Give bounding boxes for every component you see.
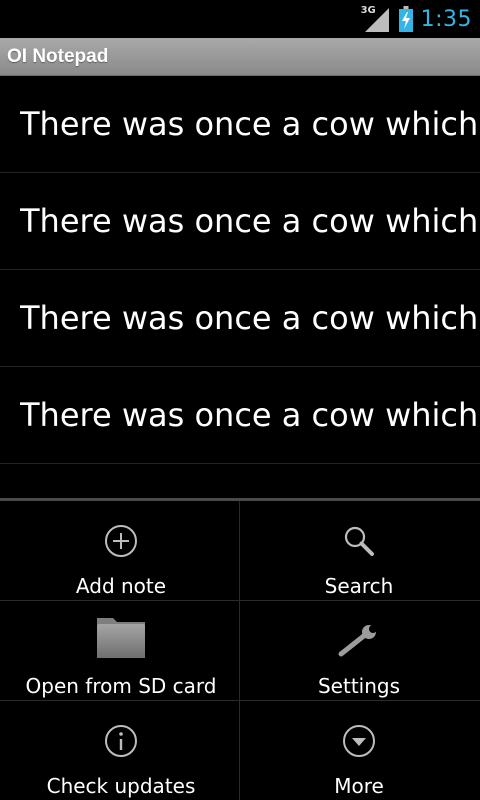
title-bar: OI Notepad xyxy=(0,38,480,76)
info-icon xyxy=(98,718,144,764)
app-title: OI Notepad xyxy=(7,46,109,67)
open-sd-card-menu-item[interactable]: Open from SD card xyxy=(2,601,240,700)
settings-label: Settings xyxy=(317,674,401,698)
options-menu: Add note Search Open from SD card Settin… xyxy=(0,498,480,800)
add-note-label: Add note xyxy=(75,574,167,598)
note-item[interactable]: There was once a cow which xyxy=(0,76,480,173)
more-menu-item[interactable]: More xyxy=(240,701,478,800)
note-title: There was once a cow which xyxy=(20,202,479,240)
chevron-down-circle-icon xyxy=(336,718,382,764)
note-title: There was once a cow which xyxy=(20,299,479,337)
note-item[interactable]: There was once a cow which xyxy=(0,270,480,367)
add-note-menu-item[interactable]: Add note xyxy=(2,501,240,600)
note-list[interactable]: There was once a cow which There was onc… xyxy=(0,76,480,500)
search-label: Search xyxy=(324,574,394,598)
wrench-icon xyxy=(336,618,382,664)
clock: 1:35 xyxy=(420,6,472,32)
note-title: There was once a cow which xyxy=(20,105,479,143)
check-updates-label: Check updates xyxy=(46,774,196,798)
status-bar: 3G 1:35 xyxy=(0,0,480,38)
add-circle-icon xyxy=(98,518,144,564)
battery-charging-icon xyxy=(398,6,413,32)
status-icons: 3G 1:35 xyxy=(361,0,472,38)
open-sd-card-label: Open from SD card xyxy=(25,674,217,698)
note-item[interactable]: There was once a cow which xyxy=(0,367,480,464)
more-label: More xyxy=(334,774,384,798)
note-title: There was once a cow which xyxy=(20,396,479,434)
options-menu-grid: Add note Search Open from SD card Settin… xyxy=(0,501,480,800)
folder-icon xyxy=(94,613,148,661)
settings-menu-item[interactable]: Settings xyxy=(240,601,478,700)
signal-icon: 3G xyxy=(361,4,391,34)
search-icon xyxy=(336,518,382,564)
note-item[interactable]: There was once a cow which xyxy=(0,173,480,270)
check-updates-menu-item[interactable]: Check updates xyxy=(2,701,240,800)
search-menu-item[interactable]: Search xyxy=(240,501,478,600)
